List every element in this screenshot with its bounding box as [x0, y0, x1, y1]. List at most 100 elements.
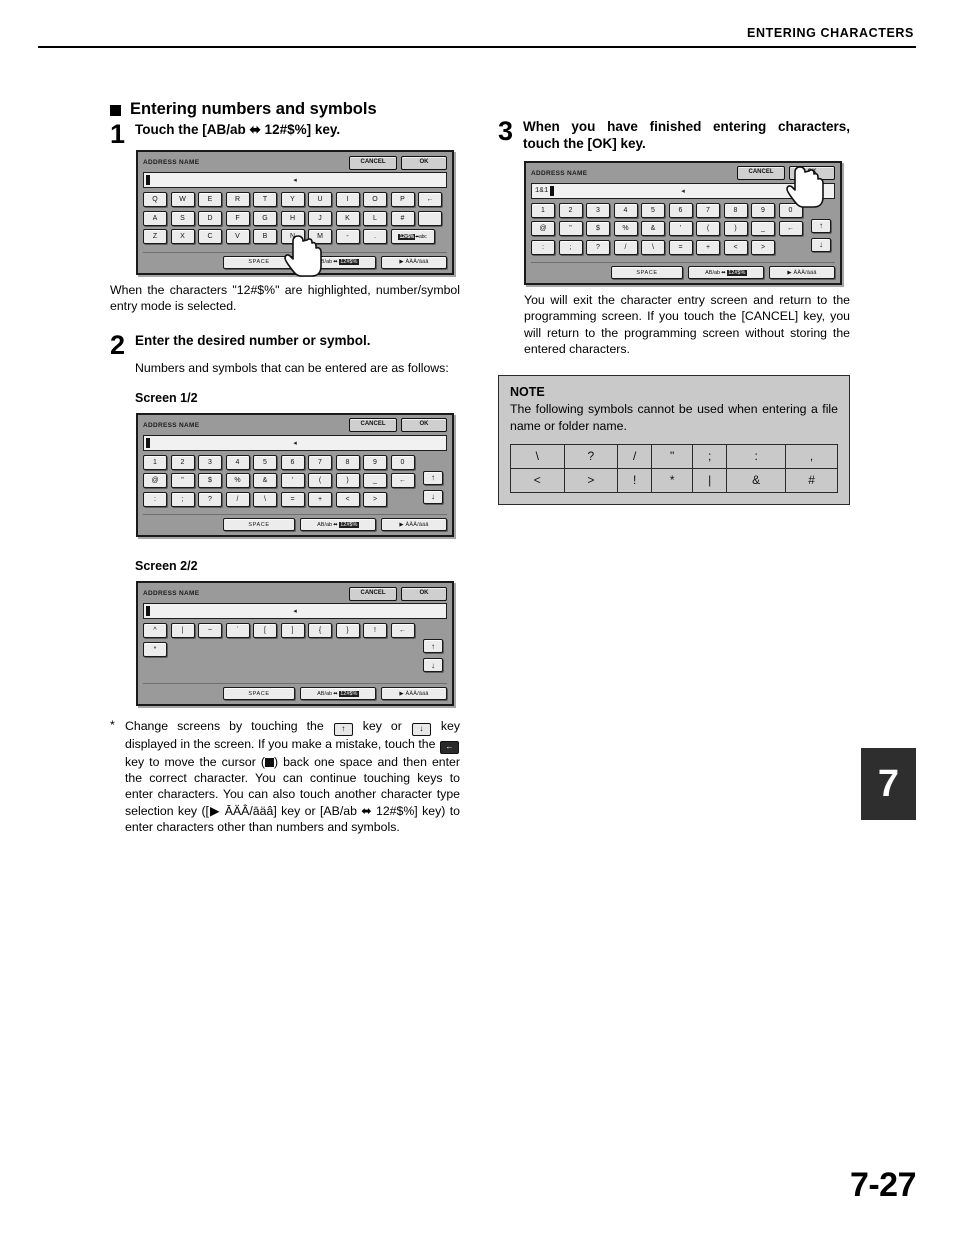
key[interactable]: @: [531, 221, 555, 237]
key[interactable]: >: [751, 239, 775, 255]
key[interactable]: =: [668, 239, 693, 255]
key[interactable]: -: [335, 229, 360, 245]
scroll-up-key-icon[interactable]: ↑: [423, 639, 443, 654]
key[interactable]: W: [170, 192, 195, 208]
key[interactable]: 2: [558, 202, 583, 218]
backspace-key-icon[interactable]: ←: [418, 192, 442, 208]
key[interactable]: M: [308, 229, 332, 245]
key[interactable]: (: [308, 473, 332, 489]
key[interactable]: \: [253, 491, 277, 507]
charset-mode-key[interactable]: AB/ab ⬌ 12#$%: [300, 687, 376, 701]
charset-mode-key[interactable]: AB/ab ⬌ 12#$%: [300, 518, 376, 532]
key[interactable]: G: [253, 210, 277, 226]
key[interactable]: &: [253, 473, 277, 489]
key[interactable]: D: [198, 210, 222, 226]
key[interactable]: $: [586, 221, 610, 237]
key[interactable]: _: [751, 221, 775, 237]
space-key[interactable]: SPACE: [611, 266, 683, 280]
key[interactable]: /: [225, 491, 250, 507]
key[interactable]: /: [613, 239, 638, 255]
scroll-down-key-icon[interactable]: ↓: [423, 489, 443, 504]
key[interactable]: Q: [143, 192, 167, 208]
key[interactable]: <: [723, 239, 748, 255]
key[interactable]: `: [225, 623, 250, 639]
key[interactable]: I: [335, 192, 360, 208]
key[interactable]: +: [308, 491, 332, 507]
key[interactable]: N: [280, 229, 305, 245]
key[interactable]: B: [253, 229, 277, 245]
key[interactable]: _: [363, 473, 387, 489]
key[interactable]: (: [696, 221, 720, 237]
key[interactable]: =: [280, 491, 305, 507]
scroll-up-key-icon[interactable]: ↑: [423, 470, 443, 485]
key[interactable]: ': [280, 473, 305, 489]
panel-ok-button[interactable]: OK: [789, 166, 835, 181]
key[interactable]: 8: [335, 454, 360, 470]
key[interactable]: 9: [363, 454, 387, 470]
key[interactable]: !: [363, 623, 387, 639]
backspace-key-icon[interactable]: ←: [390, 623, 415, 639]
key[interactable]: ': [668, 221, 693, 237]
key[interactable]: T: [253, 192, 277, 208]
key[interactable]: ]: [280, 623, 305, 639]
mode-toggle-key[interactable]: 12#$% ⬌abc: [390, 229, 435, 245]
key[interactable]: %: [613, 221, 638, 237]
scroll-down-key-icon[interactable]: ↓: [423, 658, 443, 673]
key[interactable]: <: [335, 491, 360, 507]
key[interactable]: E: [198, 192, 222, 208]
key[interactable]: ): [335, 473, 360, 489]
key[interactable]: .: [363, 229, 387, 245]
accent-charset-key[interactable]: ▶ ĀÄÂ/āäâ: [769, 266, 835, 280]
key[interactable]: #: [390, 210, 415, 226]
key[interactable]: 4: [613, 202, 638, 218]
space-key[interactable]: SPACE: [223, 687, 295, 701]
key[interactable]: F: [225, 210, 250, 226]
key[interactable]: J: [308, 210, 332, 226]
key[interactable]: 7: [696, 202, 720, 218]
key[interactable]: 8: [723, 202, 748, 218]
key[interactable]: %: [225, 473, 250, 489]
key[interactable]: ?: [586, 239, 610, 255]
key[interactable]: 3: [198, 454, 222, 470]
key[interactable]: H: [280, 210, 305, 226]
key[interactable]: O: [363, 192, 387, 208]
panel-ok-button[interactable]: OK: [401, 586, 447, 601]
key[interactable]: 5: [253, 454, 277, 470]
panel-cancel-button[interactable]: CANCEL: [349, 586, 397, 601]
key[interactable]: 6: [280, 454, 305, 470]
charset-mode-key[interactable]: AB/ab ⬌ 12#$%: [688, 266, 764, 280]
key[interactable]: ): [723, 221, 748, 237]
key[interactable]: ^: [143, 623, 167, 639]
key[interactable]: U: [308, 192, 332, 208]
key[interactable]: ;: [170, 491, 195, 507]
key[interactable]: 6: [668, 202, 693, 218]
backspace-key-icon[interactable]: ←: [390, 473, 415, 489]
panel-cancel-button[interactable]: CANCEL: [737, 166, 785, 181]
key[interactable]: C: [198, 229, 222, 245]
key[interactable]: S: [170, 210, 195, 226]
scroll-down-key-icon[interactable]: ↓: [811, 237, 831, 252]
key[interactable]: @: [143, 473, 167, 489]
key[interactable]: 3: [586, 202, 610, 218]
key[interactable]: V: [225, 229, 250, 245]
key[interactable]: P: [390, 192, 415, 208]
panel-cancel-button[interactable]: CANCEL: [349, 155, 397, 170]
panel-cancel-button[interactable]: CANCEL: [349, 418, 397, 433]
key[interactable]: Y: [280, 192, 305, 208]
panel-entry-field[interactable]: ◂: [143, 434, 447, 451]
key[interactable]: \: [641, 239, 665, 255]
key[interactable]: :: [531, 239, 555, 255]
scroll-up-key-icon[interactable]: ↑: [811, 218, 831, 233]
key[interactable]: 0: [778, 202, 803, 218]
key[interactable]: A: [143, 210, 167, 226]
panel-ok-button[interactable]: OK: [401, 418, 447, 433]
key[interactable]: ": [558, 221, 583, 237]
key[interactable]: >: [363, 491, 387, 507]
key[interactable]: 1: [143, 454, 167, 470]
key[interactable]: }: [335, 623, 360, 639]
key[interactable]: 1: [531, 202, 555, 218]
panel-ok-button[interactable]: OK: [401, 155, 447, 170]
key[interactable]: ": [170, 473, 195, 489]
key[interactable]: 0: [390, 454, 415, 470]
key[interactable]: &: [641, 221, 665, 237]
